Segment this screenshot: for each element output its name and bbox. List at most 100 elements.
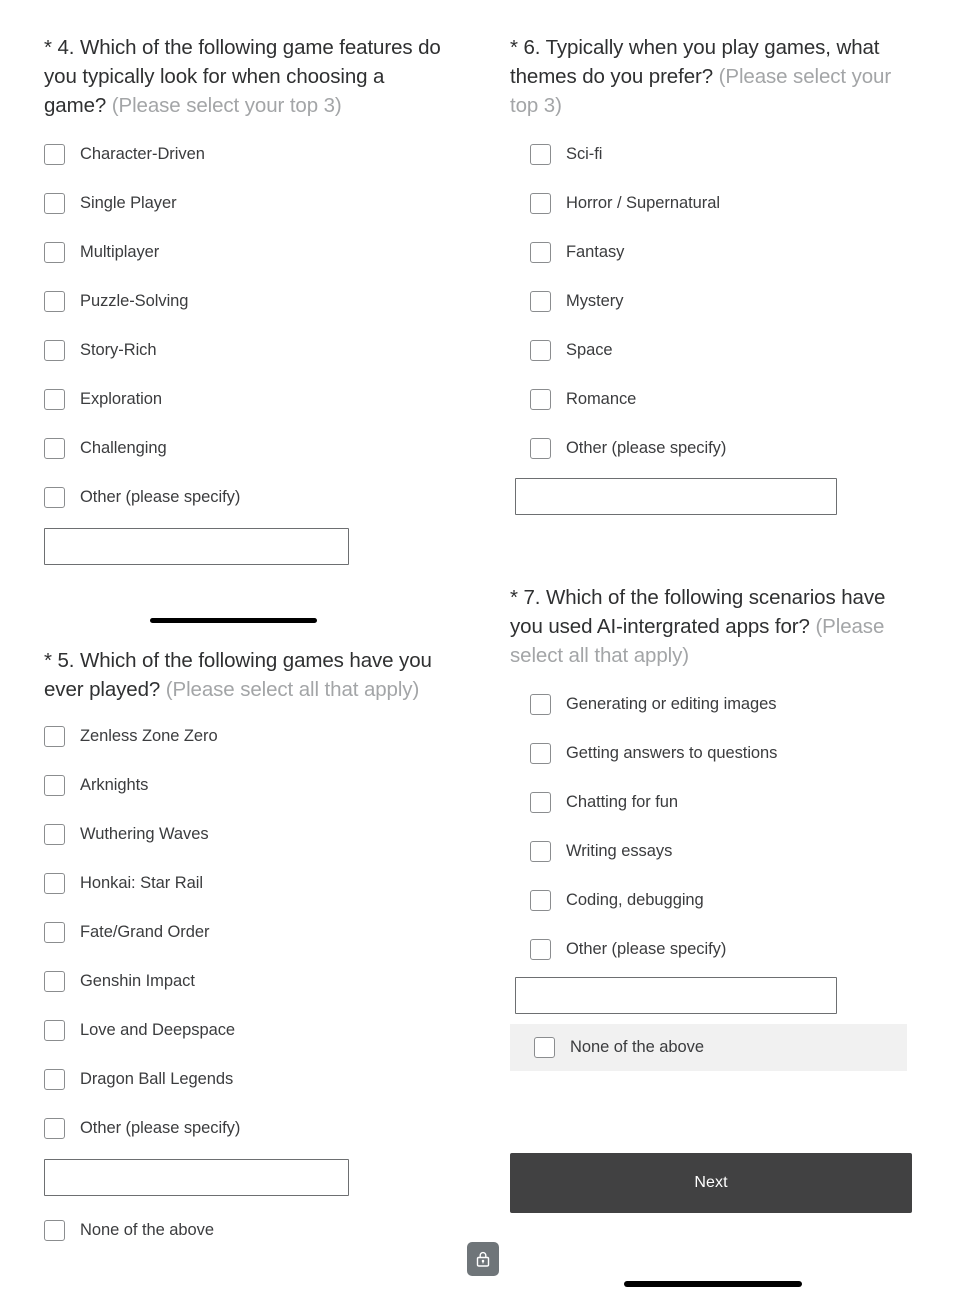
question-5: * 5. Which of the following games have y… — [44, 646, 444, 1242]
checkbox-icon[interactable] — [530, 388, 551, 410]
checkbox-icon[interactable] — [44, 486, 65, 508]
checkbox-icon[interactable] — [530, 840, 551, 862]
checkbox-icon[interactable] — [530, 192, 551, 214]
checkbox-icon[interactable] — [44, 921, 65, 943]
option-exploration[interactable]: Exploration — [44, 387, 444, 411]
option-generating-editing-images[interactable]: Generating or editing images — [530, 692, 922, 716]
option-fantasy[interactable]: Fantasy — [530, 240, 922, 264]
option-horror-supernatural[interactable]: Horror / Supernatural — [530, 191, 922, 215]
checkbox-icon[interactable] — [530, 437, 551, 459]
question-4-number: * 4. — [44, 36, 75, 59]
option-label: Other (please specify) — [566, 939, 727, 958]
other-specify-input[interactable] — [44, 528, 349, 565]
question-7-number: * 7. — [510, 586, 541, 609]
question-7-options: Generating or editing images Getting ans… — [510, 692, 922, 1071]
question-4-options: Character-Driven Single Player Multiplay… — [44, 142, 444, 565]
lock-icon — [476, 1251, 490, 1267]
option-mystery[interactable]: Mystery — [530, 289, 922, 313]
other-specify-input[interactable] — [44, 1159, 349, 1196]
question-6: * 6. Typically when you play games, what… — [510, 33, 922, 515]
option-story-rich[interactable]: Story-Rich — [44, 338, 444, 362]
next-button[interactable]: Next — [510, 1153, 912, 1213]
option-sci-fi[interactable]: Sci-fi — [530, 142, 922, 166]
checkbox-icon[interactable] — [530, 938, 551, 960]
option-space[interactable]: Space — [530, 338, 922, 362]
option-romance[interactable]: Romance — [530, 387, 922, 411]
checkbox-icon[interactable] — [44, 1068, 65, 1090]
checkbox-icon[interactable] — [534, 1037, 555, 1058]
checkbox-icon[interactable] — [44, 872, 65, 894]
checkbox-icon[interactable] — [530, 241, 551, 263]
option-label: Chatting for fun — [566, 792, 679, 811]
option-single-player[interactable]: Single Player — [44, 191, 444, 215]
other-specify-input[interactable] — [515, 977, 837, 1014]
checkbox-icon[interactable] — [44, 437, 65, 459]
option-label: Generating or editing images — [566, 694, 777, 713]
option-label: Writing essays — [566, 841, 673, 860]
checkbox-icon[interactable] — [44, 388, 65, 410]
question-4-hint: (Please select your top 3) — [111, 94, 342, 117]
option-label: Coding, debugging — [566, 890, 704, 909]
checkbox-icon[interactable] — [44, 1219, 65, 1241]
option-dragon-ball-legends[interactable]: Dragon Ball Legends — [44, 1067, 444, 1091]
option-wuthering-waves[interactable]: Wuthering Waves — [44, 822, 444, 846]
option-other[interactable]: Other (please specify) — [44, 1116, 444, 1140]
option-challenging[interactable]: Challenging — [44, 436, 444, 460]
checkbox-icon[interactable] — [44, 774, 65, 796]
checkbox-icon[interactable] — [530, 791, 551, 813]
checkbox-icon[interactable] — [530, 143, 551, 165]
checkbox-icon[interactable] — [44, 143, 65, 165]
option-chatting-for-fun[interactable]: Chatting for fun — [530, 790, 922, 814]
checkbox-icon[interactable] — [44, 192, 65, 214]
checkbox-icon[interactable] — [44, 1117, 65, 1139]
option-label: Arknights — [80, 775, 149, 794]
option-label: Dragon Ball Legends — [80, 1069, 234, 1088]
checkbox-icon[interactable] — [44, 339, 65, 361]
option-honkai-star-rail[interactable]: Honkai: Star Rail — [44, 871, 444, 895]
option-other[interactable]: Other (please specify) — [44, 485, 444, 509]
question-7-title: * 7. Which of the following scenarios ha… — [510, 583, 922, 670]
option-other[interactable]: Other (please specify) — [530, 436, 922, 460]
option-none-of-the-above[interactable]: None of the above — [510, 1024, 907, 1071]
question-7: * 7. Which of the following scenarios ha… — [510, 583, 922, 1071]
question-6-options: Sci-fi Horror / Supernatural Fantasy Mys… — [510, 142, 922, 515]
option-label: None of the above — [570, 1038, 705, 1056]
option-label: Mystery — [566, 291, 624, 310]
option-fate-grand-order[interactable]: Fate/Grand Order — [44, 920, 444, 944]
option-multiplayer[interactable]: Multiplayer — [44, 240, 444, 264]
option-arknights[interactable]: Arknights — [44, 773, 444, 797]
option-puzzle-solving[interactable]: Puzzle-Solving — [44, 289, 444, 313]
option-zenless-zone-zero[interactable]: Zenless Zone Zero — [44, 724, 444, 748]
option-other[interactable]: Other (please specify) — [530, 937, 922, 961]
option-label: Horror / Supernatural — [566, 193, 720, 212]
checkbox-icon[interactable] — [44, 290, 65, 312]
checkbox-icon[interactable] — [44, 1019, 65, 1041]
section-divider-bar — [150, 618, 317, 623]
option-none-of-the-above[interactable]: None of the above — [44, 1218, 444, 1242]
other-specify-input[interactable] — [515, 478, 837, 515]
checkbox-icon[interactable] — [44, 725, 65, 747]
option-label: Character-Driven — [80, 144, 205, 163]
option-coding-debugging[interactable]: Coding, debugging — [530, 888, 922, 912]
next-button-label: Next — [694, 1174, 728, 1191]
question-5-options: Zenless Zone Zero Arknights Wuthering Wa… — [44, 724, 444, 1242]
option-writing-essays[interactable]: Writing essays — [530, 839, 922, 863]
question-5-title: * 5. Which of the following games have y… — [44, 646, 444, 704]
lock-badge[interactable] — [467, 1242, 499, 1276]
checkbox-icon[interactable] — [44, 241, 65, 263]
checkbox-icon[interactable] — [44, 823, 65, 845]
option-getting-answers[interactable]: Getting answers to questions — [530, 741, 922, 765]
option-label: Other (please specify) — [80, 487, 241, 506]
option-character-driven[interactable]: Character-Driven — [44, 142, 444, 166]
checkbox-icon[interactable] — [530, 693, 551, 715]
question-6-title: * 6. Typically when you play games, what… — [510, 33, 922, 120]
option-label: Genshin Impact — [80, 971, 195, 990]
option-label: Zenless Zone Zero — [80, 726, 218, 745]
option-love-and-deepspace[interactable]: Love and Deepspace — [44, 1018, 444, 1042]
checkbox-icon[interactable] — [530, 290, 551, 312]
checkbox-icon[interactable] — [530, 742, 551, 764]
checkbox-icon[interactable] — [44, 970, 65, 992]
checkbox-icon[interactable] — [530, 339, 551, 361]
checkbox-icon[interactable] — [530, 889, 551, 911]
option-genshin-impact[interactable]: Genshin Impact — [44, 969, 444, 993]
